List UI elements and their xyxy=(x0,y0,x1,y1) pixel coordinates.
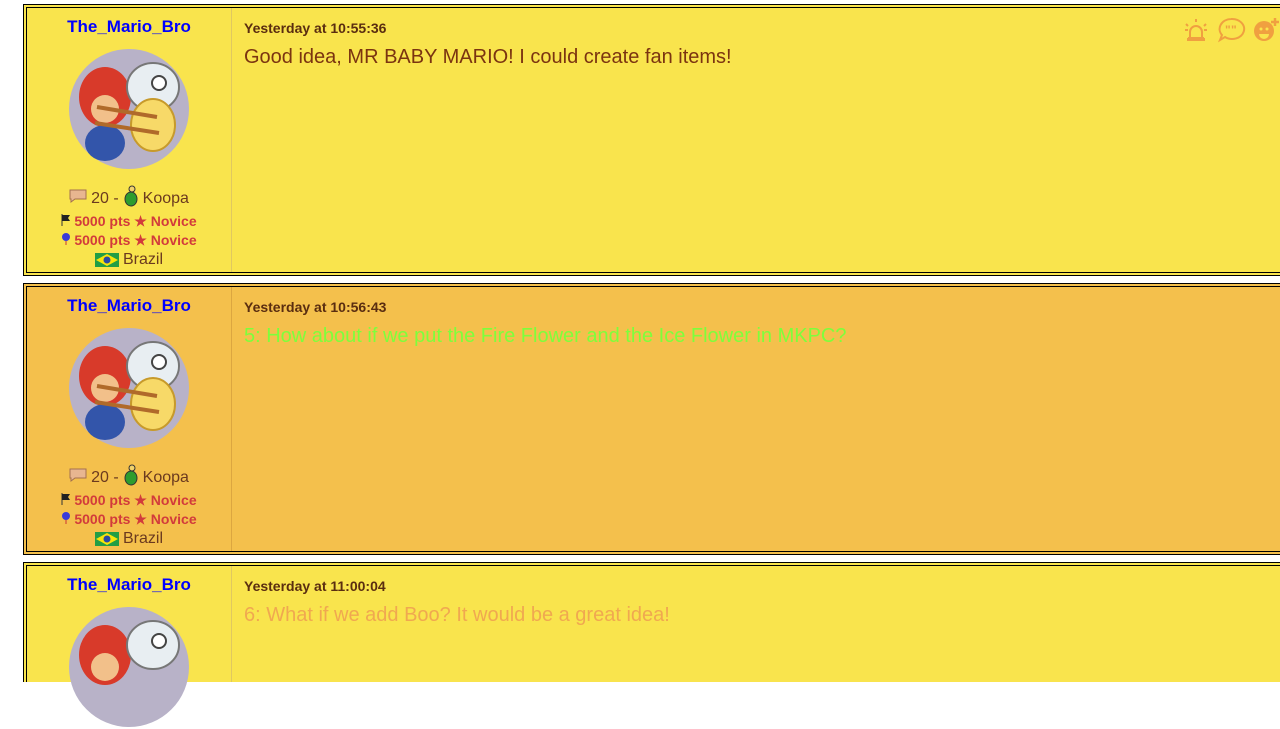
post-timestamp: Yesterday at 10:56:43 xyxy=(244,299,387,315)
avatar[interactable] xyxy=(67,605,191,729)
svg-text:": " xyxy=(1231,23,1237,37)
post-content: Yesterday at 10:55:36 Good idea, MR BABY… xyxy=(232,8,1280,272)
post-message: 6: What if we add Boo? It would be a gre… xyxy=(244,604,670,626)
message-count: 20 - xyxy=(91,190,119,207)
quote-icon[interactable]: " " xyxy=(1216,16,1246,44)
flag-icon xyxy=(61,491,71,510)
post-content: Yesterday at 11:00:04 6: What if we add … xyxy=(232,566,1280,682)
balloon-icon xyxy=(61,510,71,529)
post-message: 5: How about if we put the Fire Flower a… xyxy=(244,325,847,347)
speech-bubble-icon xyxy=(69,468,87,487)
author-panel: The_Mario_Bro 20 - Koopa 5000 pts ★ Novi… xyxy=(27,287,232,551)
user-country: Brazil xyxy=(122,251,163,268)
alarm-icon[interactable] xyxy=(1182,16,1210,44)
avatar[interactable] xyxy=(67,326,191,450)
koopa-shell-icon xyxy=(123,464,139,491)
add-reaction-icon[interactable] xyxy=(1252,16,1280,44)
brazil-flag-icon xyxy=(94,252,119,267)
author-panel: The_Mario_Bro xyxy=(27,566,232,727)
post-message: Good idea, MR BABY MARIO! I could create… xyxy=(244,46,732,68)
author-stats: 20 - Koopa 5000 pts ★ Novice 5000 pts ★ … xyxy=(27,185,231,269)
brazil-flag-icon xyxy=(94,531,119,546)
points-line-1: 5000 pts ★ Novice xyxy=(74,213,197,229)
author-stats: 20 - Koopa 5000 pts ★ Novice 5000 pts ★ … xyxy=(27,464,231,548)
post-timestamp: Yesterday at 10:55:36 xyxy=(244,20,387,36)
author-username[interactable]: The_Mario_Bro xyxy=(67,575,191,595)
post: The_Mario_Bro 20 - Koopa 5000 pts ★ Novi… xyxy=(23,283,1280,555)
svg-text:": " xyxy=(1225,23,1231,37)
avatar[interactable] xyxy=(67,47,191,171)
points-line-1: 5000 pts ★ Novice xyxy=(74,492,197,508)
author-panel: The_Mario_Bro 20 - Koopa 5000 pts ★ Novi… xyxy=(27,8,232,272)
post-content: Yesterday at 10:56:43 5: How about if we… xyxy=(232,287,1280,551)
author-username[interactable]: The_Mario_Bro xyxy=(67,296,191,316)
flag-icon xyxy=(61,212,71,231)
points-line-2: 5000 pts ★ Novice xyxy=(74,511,197,527)
user-country: Brazil xyxy=(122,530,163,547)
balloon-icon xyxy=(61,231,71,250)
author-username[interactable]: The_Mario_Bro xyxy=(67,17,191,37)
speech-bubble-icon xyxy=(69,189,87,208)
post-timestamp: Yesterday at 11:00:04 xyxy=(244,578,386,594)
post-actions: " " xyxy=(1182,16,1280,44)
user-rank: Koopa xyxy=(142,190,189,207)
post: The_Mario_Bro 20 - Koopa 5000 pts ★ Novi… xyxy=(23,4,1280,276)
post: The_Mario_Bro Yesterday at 11:00:04 6: W… xyxy=(23,562,1280,727)
message-count: 20 - xyxy=(91,469,119,486)
user-rank: Koopa xyxy=(142,469,189,486)
koopa-shell-icon xyxy=(123,185,139,212)
points-line-2: 5000 pts ★ Novice xyxy=(74,232,197,248)
